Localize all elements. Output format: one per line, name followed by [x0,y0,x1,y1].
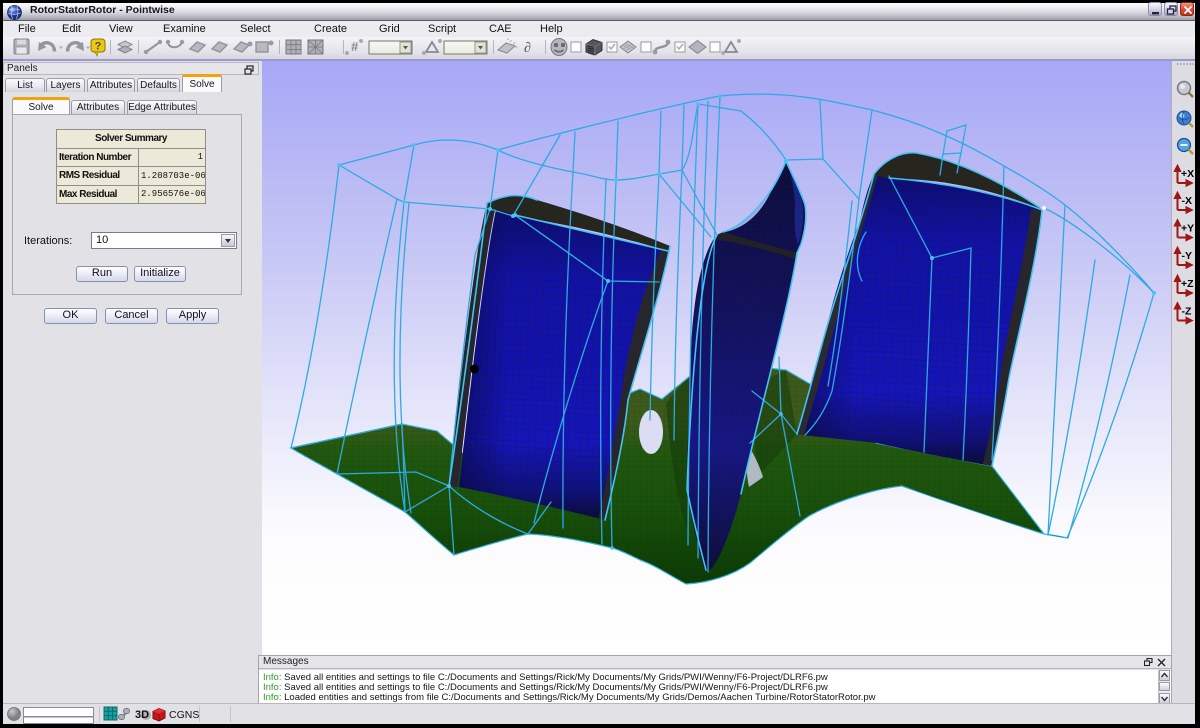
svg-text:+X: +X [1181,168,1194,180]
svg-text:+Y: +Y [1181,223,1194,235]
svg-text:+Z: +Z [1181,278,1194,290]
svg-text:CGNS: CGNS [169,709,199,721]
svg-text:3D: 3D [135,709,149,721]
svg-text:-Y: -Y [1182,250,1193,262]
svg-text:-X: -X [1182,195,1193,207]
svg-text:#: # [351,39,359,54]
svg-text:∂: ∂ [524,41,531,56]
svg-text:?: ? [95,41,102,53]
svg-text:-Z: -Z [1182,306,1192,318]
